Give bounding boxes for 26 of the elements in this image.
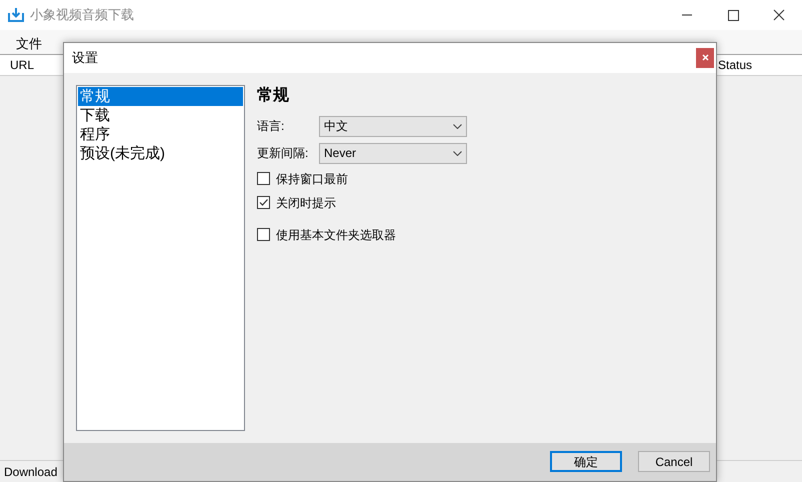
- field-label: 语言:: [257, 118, 286, 136]
- section-heading: 常规: [257, 86, 290, 106]
- category-item[interactable]: 预设(未完成): [78, 144, 243, 163]
- menu-item[interactable]: 文件: [8, 30, 50, 54]
- checkbox[interactable]: [257, 196, 270, 210]
- category-item[interactable]: 下载: [78, 106, 243, 125]
- caret-icon: [453, 124, 462, 129]
- cancel-button[interactable]: Cancel: [638, 451, 710, 472]
- caret-icon: [453, 150, 462, 156]
- window-title: 小象视频音频下载: [30, 6, 134, 24]
- download-icon: [8, 7, 24, 23]
- checkbox-label: 使用基本文件夹选取器: [276, 226, 396, 244]
- checkbox[interactable]: [257, 172, 270, 186]
- dropdown[interactable]: 中文: [319, 116, 467, 137]
- category-item[interactable]: 常规: [78, 86, 243, 106]
- close-button[interactable]: [696, 48, 714, 68]
- checkbox-label: 关闭时提示: [276, 194, 336, 212]
- category-item[interactable]: 程序: [78, 124, 243, 144]
- close-icon: [702, 54, 708, 62]
- field-label: 更新间隔:: [257, 145, 310, 162]
- status-text: Download: [4, 464, 58, 480]
- checkbox[interactable]: [257, 228, 270, 242]
- dialog-title: 设置: [72, 49, 98, 68]
- dropdown[interactable]: Never: [319, 142, 467, 164]
- ok-button[interactable]: 确定: [550, 451, 622, 472]
- checkbox-label: 保持窗口最前: [276, 170, 348, 188]
